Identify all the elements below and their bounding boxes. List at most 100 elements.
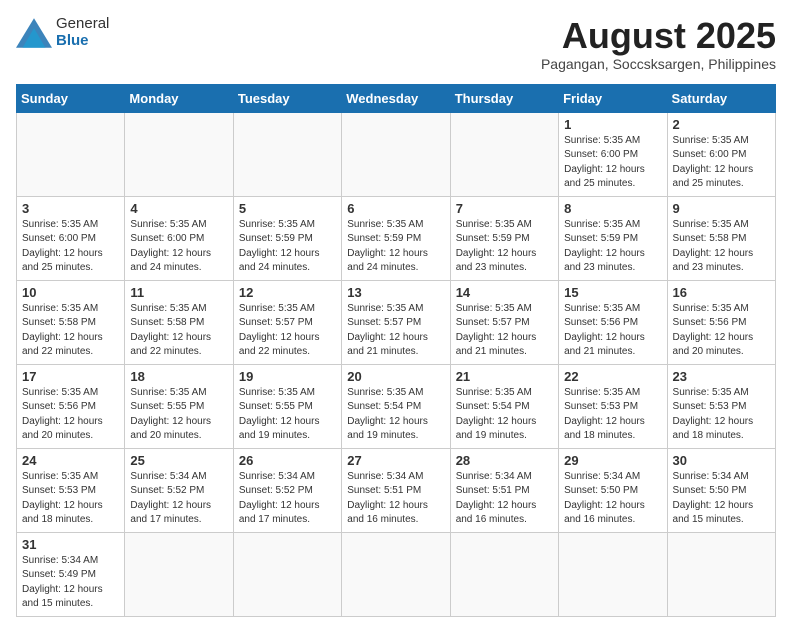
day-number: 11 [130,285,227,300]
day-info: Sunrise: 5:35 AM Sunset: 5:53 PM Dayligh… [564,386,661,444]
calendar-week-row-4: 24Sunrise: 5:35 AM Sunset: 5:53 PM Dayli… [17,448,776,532]
calendar-cell-2-1: 11 Sunrise: 5:35 AM Sunset: 5:58 PM Dayli… [125,280,233,364]
header: General Blue August 2025 Pagangan, Soccs… [16,16,776,72]
day-number: 14 [456,285,553,300]
logo-icon [16,18,52,48]
weekday-header-friday: Friday [559,84,667,112]
day-number: 23 [673,369,770,384]
calendar-cell-5-6 [667,532,775,616]
day-number: 28 [456,453,553,468]
calendar-week-row-0: 1Sunrise: 5:35 AM Sunset: 6:00 PM Daylig… [17,112,776,196]
location-subtitle: Pagangan, Soccsksargen, Philippines [541,56,776,72]
day-number: 12 [239,285,336,300]
calendar-cell-1-5: 8Sunrise: 5:35 AM Sunset: 5:59 PM Daylig… [559,196,667,280]
calendar-cell-3-2: 19Sunrise: 5:35 AM Sunset: 5:55 PM Dayli… [233,364,341,448]
day-info: Sunrise: 5:35 AM Sunset: 5:57 PM Dayligh… [347,302,444,360]
calendar-cell-2-0: 10Sunrise: 5:35 AM Sunset: 5:58 PM Dayli… [17,280,125,364]
day-info: Sunrise: 5:35 AM Sunset: 5:59 PM Dayligh… [239,218,336,276]
day-number: 24 [22,453,119,468]
calendar-cell-5-5 [559,532,667,616]
calendar-cell-4-6: 30 Sunrise: 5:34 AM Sunset: 5:50 PM Dayli… [667,448,775,532]
calendar-cell-5-0: 31 Sunrise: 5:34 AM Sunset: 5:49 PM Dayli… [17,532,125,616]
day-info: Sunrise: 5:35 AM Sunset: 5:56 PM Dayligh… [564,302,661,360]
calendar-week-row-3: 17Sunrise: 5:35 AM Sunset: 5:56 PM Dayli… [17,364,776,448]
calendar-week-row-2: 10 Sunrise: 5:35 AM Sunset: 5:58 PM Dayli… [17,280,776,364]
calendar-cell-0-2 [233,112,341,196]
calendar-cell-4-3: 27Sunrise: 5:34 AM Sunset: 5:51 PM Dayli… [342,448,450,532]
calendar-week-row-1: 3 Sunrise: 5:35 AM Sunset: 6:00 PM Daylig… [17,196,776,280]
calendar-table: SundayMondayTuesdayWednesdayThursdayFrid… [16,84,776,617]
calendar-cell-3-0: 17Sunrise: 5:35 AM Sunset: 5:56 PM Dayli… [17,364,125,448]
calendar-cell-4-1: 25 Sunrise: 5:34 AM Sunset: 5:52 PM Dayli… [125,448,233,532]
calendar-cell-0-1 [125,112,233,196]
day-number: 31 [22,537,119,552]
day-info: Sunrise: 5:35 AM Sunset: 5:56 PM Dayligh… [673,302,770,360]
day-info: Sunrise: 5:35 AM Sunset: 6:00 PM Dayligh… [130,218,227,276]
day-number: 21 [456,369,553,384]
calendar-cell-4-4: 28Sunrise: 5:34 AM Sunset: 5:51 PM Dayli… [450,448,558,532]
calendar-cell-1-1: 4 Sunrise: 5:35 AM Sunset: 6:00 PM Daylig… [125,196,233,280]
day-number: 5 [239,201,336,216]
day-info: Sunrise: 5:34 AM Sunset: 5:50 PM Dayligh… [673,470,770,528]
day-number: 8 [564,201,661,216]
calendar-cell-1-3: 6Sunrise: 5:35 AM Sunset: 5:59 PM Daylig… [342,196,450,280]
day-info: Sunrise: 5:35 AM Sunset: 5:54 PM Dayligh… [347,386,444,444]
day-info: Sunrise: 5:35 AM Sunset: 5:55 PM Dayligh… [130,386,227,444]
calendar-cell-5-2 [233,532,341,616]
calendar-body: 1Sunrise: 5:35 AM Sunset: 6:00 PM Daylig… [17,112,776,616]
calendar-cell-4-2: 26Sunrise: 5:34 AM Sunset: 5:52 PM Dayli… [233,448,341,532]
calendar-cell-3-6: 23 Sunrise: 5:35 AM Sunset: 5:53 PM Dayli… [667,364,775,448]
day-info: Sunrise: 5:35 AM Sunset: 5:58 PM Dayligh… [130,302,227,360]
day-info: Sunrise: 5:35 AM Sunset: 5:57 PM Dayligh… [456,302,553,360]
weekday-header-wednesday: Wednesday [342,84,450,112]
weekday-header-row: SundayMondayTuesdayWednesdayThursdayFrid… [17,84,776,112]
logo: General Blue [16,16,109,49]
day-number: 18 [130,369,227,384]
day-info: Sunrise: 5:34 AM Sunset: 5:49 PM Dayligh… [22,554,119,612]
calendar-cell-1-2: 5 Sunrise: 5:35 AM Sunset: 5:59 PM Daylig… [233,196,341,280]
logo-text: General Blue [56,16,109,49]
day-info: Sunrise: 5:35 AM Sunset: 5:57 PM Dayligh… [239,302,336,360]
calendar-cell-4-0: 24Sunrise: 5:35 AM Sunset: 5:53 PM Dayli… [17,448,125,532]
calendar-header: SundayMondayTuesdayWednesdayThursdayFrid… [17,84,776,112]
day-info: Sunrise: 5:35 AM Sunset: 6:00 PM Dayligh… [22,218,119,276]
day-info: Sunrise: 5:35 AM Sunset: 6:00 PM Dayligh… [673,134,770,192]
day-info: Sunrise: 5:35 AM Sunset: 5:58 PM Dayligh… [673,218,770,276]
calendar-cell-0-6: 2Sunrise: 5:35 AM Sunset: 6:00 PM Daylig… [667,112,775,196]
day-number: 9 [673,201,770,216]
day-number: 6 [347,201,444,216]
day-number: 13 [347,285,444,300]
day-info: Sunrise: 5:35 AM Sunset: 5:55 PM Dayligh… [239,386,336,444]
day-number: 4 [130,201,227,216]
calendar-week-row-5: 31 Sunrise: 5:34 AM Sunset: 5:49 PM Dayli… [17,532,776,616]
day-info: Sunrise: 5:35 AM Sunset: 5:53 PM Dayligh… [673,386,770,444]
calendar-cell-1-6: 9 Sunrise: 5:35 AM Sunset: 5:58 PM Daylig… [667,196,775,280]
calendar-cell-2-3: 13 Sunrise: 5:35 AM Sunset: 5:57 PM Dayli… [342,280,450,364]
day-number: 27 [347,453,444,468]
weekday-header-saturday: Saturday [667,84,775,112]
calendar-cell-5-1 [125,532,233,616]
day-number: 25 [130,453,227,468]
weekday-header-tuesday: Tuesday [233,84,341,112]
calendar-cell-3-4: 21 Sunrise: 5:35 AM Sunset: 5:54 PM Dayli… [450,364,558,448]
weekday-header-sunday: Sunday [17,84,125,112]
day-number: 22 [564,369,661,384]
day-number: 30 [673,453,770,468]
calendar-cell-1-4: 7Sunrise: 5:35 AM Sunset: 5:59 PM Daylig… [450,196,558,280]
calendar-cell-0-0 [17,112,125,196]
calendar-cell-0-5: 1Sunrise: 5:35 AM Sunset: 6:00 PM Daylig… [559,112,667,196]
day-info: Sunrise: 5:35 AM Sunset: 5:56 PM Dayligh… [22,386,119,444]
day-number: 10 [22,285,119,300]
day-info: Sunrise: 5:34 AM Sunset: 5:52 PM Dayligh… [130,470,227,528]
day-number: 16 [673,285,770,300]
day-info: Sunrise: 5:35 AM Sunset: 5:59 PM Dayligh… [456,218,553,276]
weekday-header-thursday: Thursday [450,84,558,112]
calendar-cell-2-4: 14 Sunrise: 5:35 AM Sunset: 5:57 PM Dayli… [450,280,558,364]
calendar-cell-2-2: 12 Sunrise: 5:35 AM Sunset: 5:57 PM Dayli… [233,280,341,364]
calendar-cell-2-6: 16 Sunrise: 5:35 AM Sunset: 5:56 PM Dayli… [667,280,775,364]
day-info: Sunrise: 5:35 AM Sunset: 5:54 PM Dayligh… [456,386,553,444]
day-number: 20 [347,369,444,384]
calendar-cell-3-3: 20 Sunrise: 5:35 AM Sunset: 5:54 PM Dayli… [342,364,450,448]
day-number: 3 [22,201,119,216]
month-title: August 2025 [541,16,776,56]
